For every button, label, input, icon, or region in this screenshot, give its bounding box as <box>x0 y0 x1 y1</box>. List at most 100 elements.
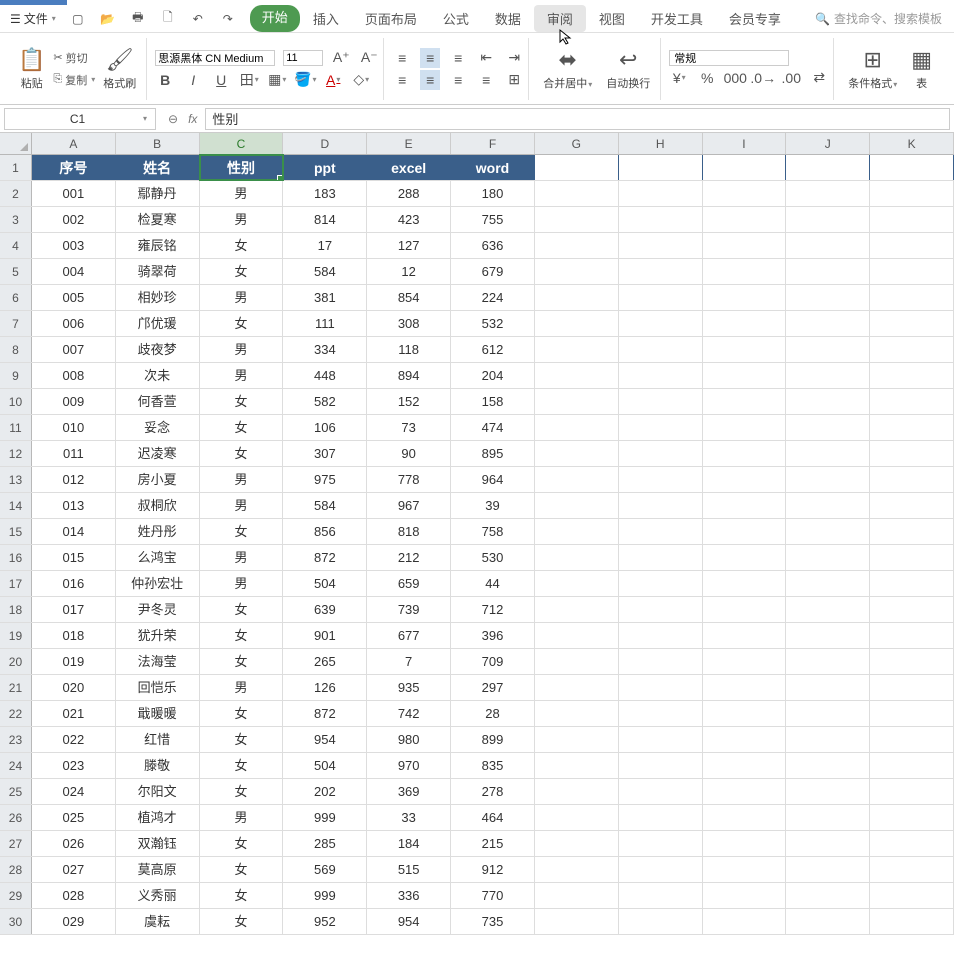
cell[interactable]: 679 <box>451 259 535 284</box>
cell[interactable]: 女 <box>200 597 284 622</box>
cell[interactable] <box>619 233 703 258</box>
cell[interactable] <box>703 311 787 336</box>
cell[interactable] <box>870 337 954 362</box>
cell[interactable] <box>786 545 870 570</box>
cell[interactable] <box>870 519 954 544</box>
cell[interactable] <box>870 493 954 518</box>
cell[interactable] <box>870 831 954 856</box>
cell[interactable]: 女 <box>200 727 284 752</box>
cell[interactable] <box>786 467 870 492</box>
tab-7[interactable]: 开发工具 <box>638 5 716 32</box>
cell[interactable]: 7 <box>367 649 451 674</box>
cell[interactable] <box>870 181 954 206</box>
row-header[interactable]: 12 <box>0 441 32 466</box>
header-cell[interactable] <box>535 155 619 180</box>
cell[interactable]: 582 <box>283 389 367 414</box>
cell[interactable]: 111 <box>283 311 367 336</box>
merge-center-button[interactable]: ⬌ 合并居中▾ <box>537 38 598 100</box>
cell[interactable]: 骑翠荷 <box>116 259 200 284</box>
cell[interactable]: 男 <box>200 805 284 830</box>
cell[interactable]: 964 <box>451 467 535 492</box>
cell[interactable]: 025 <box>32 805 116 830</box>
cell[interactable]: 770 <box>451 883 535 908</box>
cell[interactable]: 虞耘 <box>116 909 200 934</box>
cell[interactable]: 017 <box>32 597 116 622</box>
cell[interactable]: 152 <box>367 389 451 414</box>
indent-left-icon[interactable]: ⇤ <box>476 48 496 68</box>
row-header[interactable]: 20 <box>0 649 32 674</box>
cell[interactable]: 何香萱 <box>116 389 200 414</box>
cell[interactable]: 024 <box>32 779 116 804</box>
cell[interactable]: 285 <box>283 831 367 856</box>
cell[interactable]: 001 <box>32 181 116 206</box>
cell[interactable]: 381 <box>283 285 367 310</box>
cell[interactable] <box>786 181 870 206</box>
italic-button[interactable]: I <box>183 70 203 90</box>
cell[interactable] <box>870 389 954 414</box>
cell[interactable] <box>786 441 870 466</box>
open-icon[interactable]: 📂 <box>100 11 116 27</box>
cell[interactable] <box>535 883 619 908</box>
cell[interactable]: 女 <box>200 701 284 726</box>
fx-icon[interactable]: fx <box>188 112 197 126</box>
cell[interactable]: 532 <box>451 311 535 336</box>
orientation-icon[interactable]: ⊞ <box>504 70 524 90</box>
table-style-button[interactable]: ▦ 表 <box>905 38 938 100</box>
row-header[interactable]: 7 <box>0 311 32 336</box>
cell[interactable]: 叔桐欣 <box>116 493 200 518</box>
cell[interactable]: 020 <box>32 675 116 700</box>
auto-wrap-button[interactable]: ↩ 自动换行 <box>600 38 656 100</box>
align-center-icon[interactable]: ≡ <box>420 70 440 90</box>
cell[interactable] <box>535 597 619 622</box>
cell[interactable]: 男 <box>200 363 284 388</box>
cell[interactable]: 歧夜梦 <box>116 337 200 362</box>
cell[interactable]: 女 <box>200 519 284 544</box>
font-size-select[interactable] <box>283 50 323 66</box>
cell[interactable] <box>703 753 787 778</box>
cell[interactable]: 659 <box>367 571 451 596</box>
cell[interactable]: 姓丹彤 <box>116 519 200 544</box>
cell[interactable]: 33 <box>367 805 451 830</box>
cell[interactable]: 12 <box>367 259 451 284</box>
cell[interactable] <box>535 337 619 362</box>
cell[interactable]: 464 <box>451 805 535 830</box>
cell[interactable]: 265 <box>283 649 367 674</box>
cell[interactable] <box>535 311 619 336</box>
cell[interactable] <box>786 311 870 336</box>
cell[interactable]: 女 <box>200 857 284 882</box>
cell[interactable] <box>619 779 703 804</box>
cell[interactable] <box>870 207 954 232</box>
row-header[interactable]: 22 <box>0 701 32 726</box>
cell[interactable]: 975 <box>283 467 367 492</box>
cell[interactable]: 423 <box>367 207 451 232</box>
cut-button[interactable]: ✂剪切 <box>53 50 95 66</box>
cell[interactable] <box>703 441 787 466</box>
cell[interactable] <box>786 675 870 700</box>
cell[interactable] <box>703 727 787 752</box>
cell[interactable] <box>786 493 870 518</box>
cell[interactable] <box>535 233 619 258</box>
cell[interactable] <box>619 389 703 414</box>
cell[interactable] <box>870 363 954 388</box>
cell[interactable]: 妥念 <box>116 415 200 440</box>
cell[interactable]: 967 <box>367 493 451 518</box>
copy-button[interactable]: ⎘复制▾ <box>53 72 95 88</box>
cell[interactable]: 17 <box>283 233 367 258</box>
cell[interactable]: 288 <box>367 181 451 206</box>
cell[interactable] <box>786 753 870 778</box>
cell[interactable] <box>870 753 954 778</box>
cell[interactable]: 901 <box>283 623 367 648</box>
cell[interactable] <box>870 597 954 622</box>
col-header-D[interactable]: D <box>283 133 367 154</box>
cell[interactable] <box>703 259 787 284</box>
cell[interactable]: 植鸿才 <box>116 805 200 830</box>
cell[interactable] <box>703 779 787 804</box>
cell[interactable]: 912 <box>451 857 535 882</box>
cell[interactable]: 男 <box>200 571 284 596</box>
align-left-icon[interactable]: ≡ <box>392 70 412 90</box>
cell[interactable] <box>703 857 787 882</box>
cell[interactable] <box>703 389 787 414</box>
cell[interactable] <box>786 233 870 258</box>
cell[interactable] <box>535 545 619 570</box>
cell[interactable] <box>703 233 787 258</box>
